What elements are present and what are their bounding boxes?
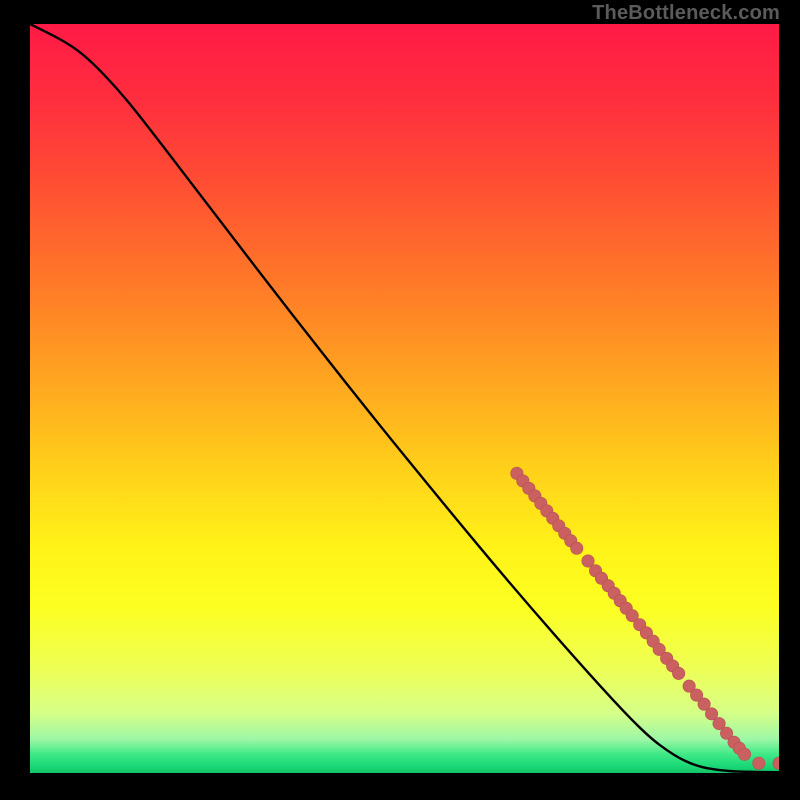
data-marker (753, 757, 765, 769)
data-marker (672, 667, 684, 679)
chart-plot (30, 24, 779, 773)
data-marker (571, 542, 583, 554)
data-marker (738, 748, 750, 760)
watermark-text: TheBottleneck.com (592, 2, 780, 25)
